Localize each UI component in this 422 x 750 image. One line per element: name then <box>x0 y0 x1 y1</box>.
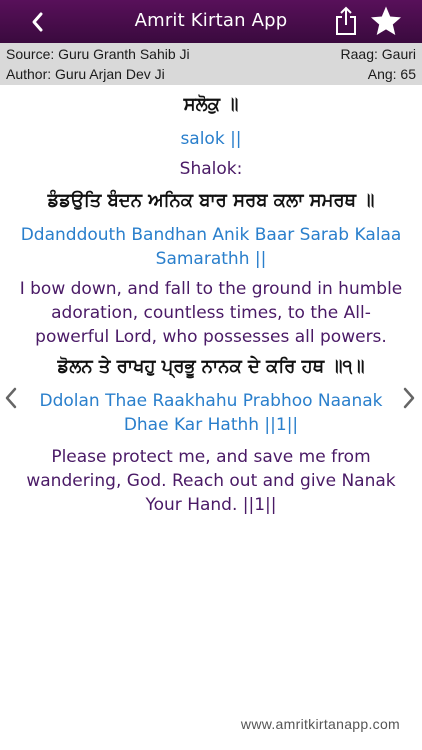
transliteration-line: Ddolan Thae Raakhahu Prabhoo Naanak Dhae… <box>39 391 383 435</box>
translation-line: I bow down, and fall to the ground in hu… <box>19 279 403 347</box>
info-bar: Source: Guru Granth Sahib Ji Raag: Gauri… <box>0 43 422 85</box>
chevron-left-icon <box>5 387 17 409</box>
share-icon <box>336 6 356 35</box>
transliteration-line: salok || <box>180 129 242 149</box>
navigation-bar: Amrit Kirtan App <box>0 0 422 43</box>
next-verse-button[interactable] <box>400 384 418 412</box>
transliteration-line: Ddanddouth Bandhan Anik Baar Sarab Kalaa… <box>20 225 402 269</box>
info-row-author: Author: Guru Arjan Dev Ji Ang: 65 <box>6 65 416 83</box>
info-row-source: Source: Guru Granth Sahib Ji Raag: Gauri <box>6 45 416 63</box>
share-button[interactable] <box>331 4 361 38</box>
gurmukhi-line: ਡੋਲਨ ਤੇ ਰਾਖਹੁ ਪ੍ਰਭੂ ਨਾਨਕ ਦੇ ਕਰਿ ਹਥ ॥੧॥ <box>57 356 365 377</box>
star-icon <box>371 6 401 35</box>
author-label: Author: Guru Arjan Dev Ji <box>6 66 165 82</box>
source-label: Source: Guru Granth Sahib Ji <box>6 46 190 62</box>
shabad-content: ਸਲੋਕੁ ॥ salok || Shalok: ਡੰਡਉਤਿ ਬੰਦਨ ਅਨਿ… <box>0 85 422 517</box>
raag-label: Raag: Gauri <box>340 46 416 62</box>
app-screen: Amrit Kirtan App Source: Guru Granth Sah… <box>0 0 422 750</box>
chevron-right-icon <box>403 387 415 409</box>
gurmukhi-line: ਸਲੋਕੁ ॥ <box>183 94 239 115</box>
favorite-button[interactable] <box>368 4 404 38</box>
ang-label: Ang: 65 <box>367 66 416 82</box>
website-link[interactable]: www.amritkirtanapp.com <box>241 716 400 732</box>
gurmukhi-line: ਡੰਡਉਤਿ ਬੰਦਨ ਅਨਿਕ ਬਾਰ ਸਰਬ ਕਲਾ ਸਮਰਥ ॥ <box>47 190 375 211</box>
translation-line: Please protect me, and save me from wand… <box>26 447 396 515</box>
previous-verse-button[interactable] <box>2 384 20 412</box>
translation-line: Shalok: <box>179 159 243 179</box>
